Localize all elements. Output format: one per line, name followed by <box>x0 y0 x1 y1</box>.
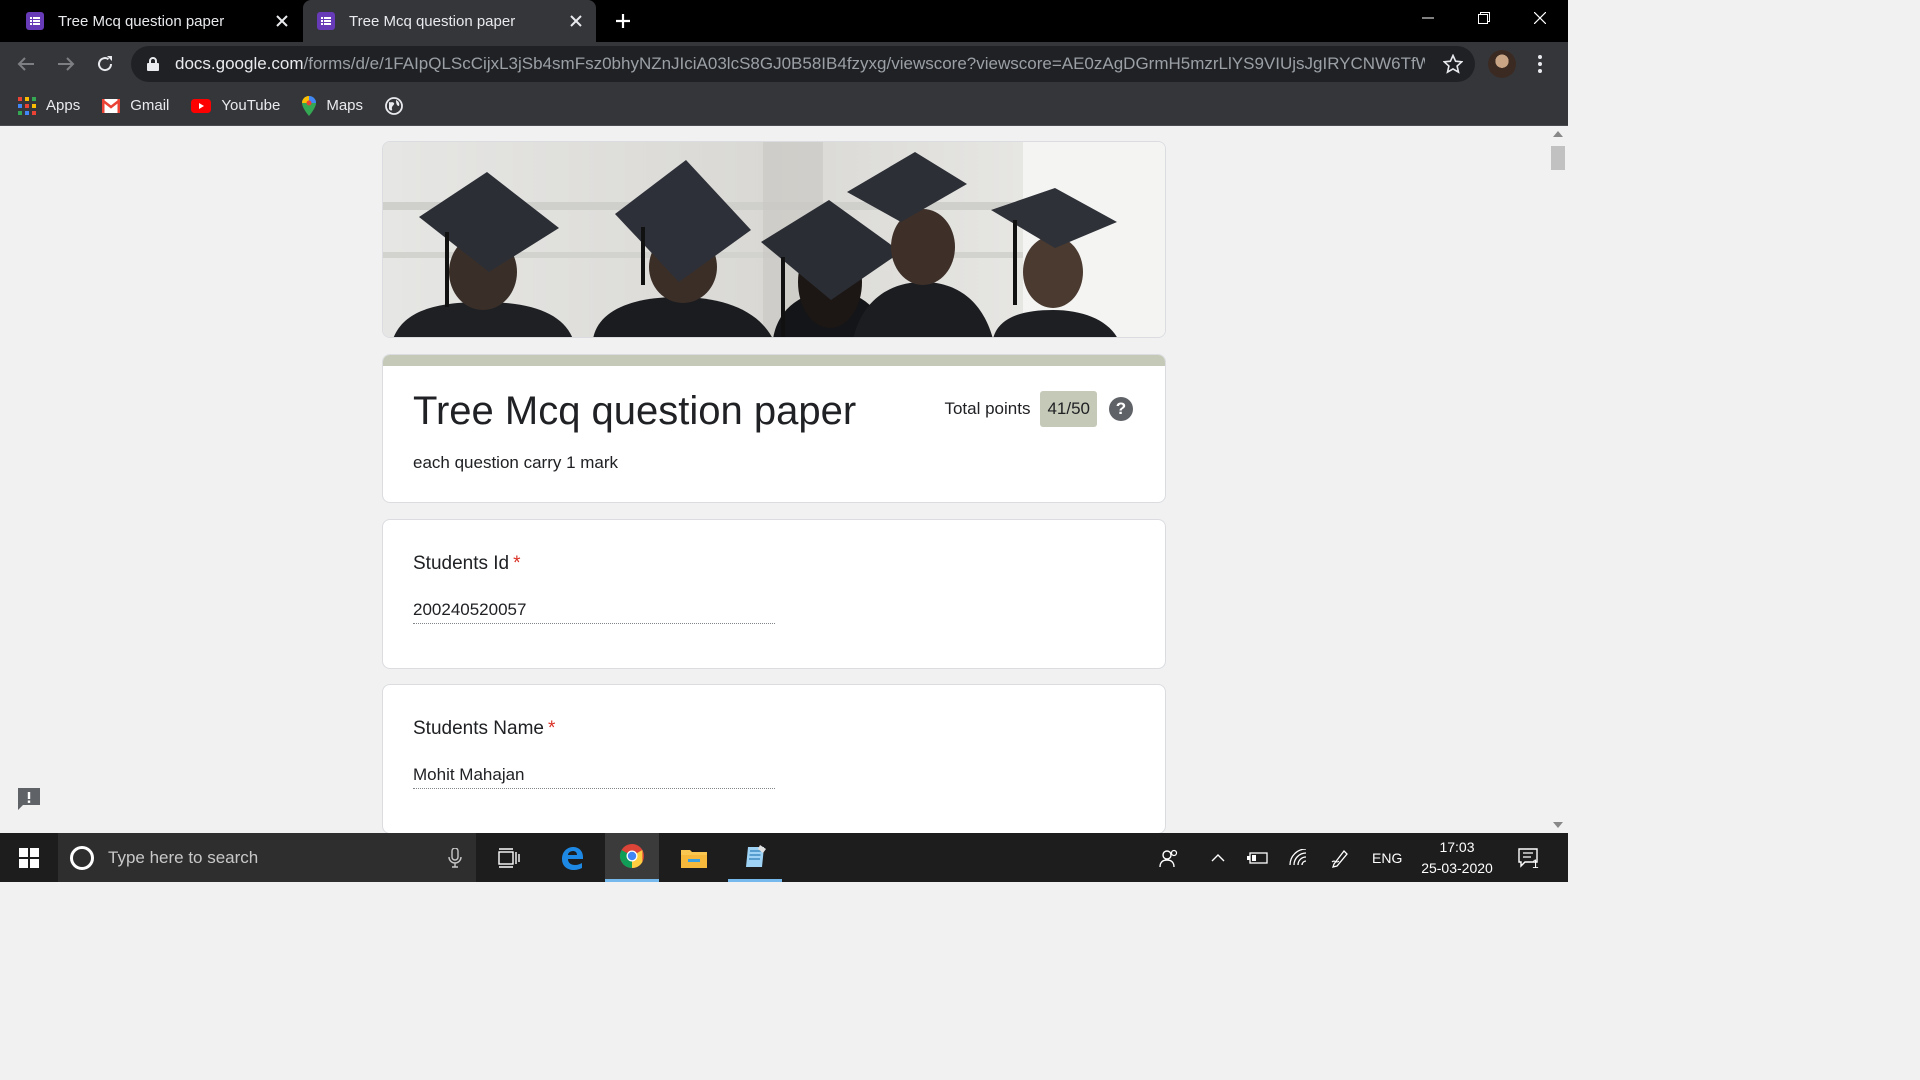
forms-favicon-icon <box>26 12 44 30</box>
page-scrollbar[interactable] <box>1548 126 1568 833</box>
browser-tab-strip: Tree Mcq question paper Tree Mcq questio… <box>0 0 1568 42</box>
help-icon[interactable]: ? <box>1109 397 1133 421</box>
form-title: Tree Mcq question paper <box>413 389 857 433</box>
total-points-label: Total points <box>944 399 1031 418</box>
edge-browser-icon[interactable] <box>545 833 599 882</box>
system-clock[interactable]: 17:03 25-03-2020 <box>1412 837 1502 879</box>
file-explorer-icon[interactable] <box>667 833 721 882</box>
answer-text: 200240520057 <box>413 600 775 624</box>
bookmark-label: Maps <box>326 97 364 114</box>
question-card-student-id: Students Id * 200240520057 <box>382 519 1166 669</box>
kebab-menu-icon[interactable] <box>1528 52 1552 76</box>
gmail-icon <box>102 98 121 113</box>
action-center-icon[interactable]: 1 <box>1512 833 1546 882</box>
clock-date: 25-03-2020 <box>1421 860 1493 876</box>
browser-toolbar: docs.google.com/forms/d/e/1FAIpQLScCijxL… <box>0 42 1568 86</box>
notification-count: 1 <box>1532 857 1539 871</box>
show-hidden-icons-chevron-icon[interactable] <box>1204 833 1232 882</box>
bookmark-label: Gmail <box>130 97 170 114</box>
bookmark-youtube[interactable]: YouTube <box>191 92 280 120</box>
input-language[interactable]: ENG <box>1372 833 1402 882</box>
question-label: Students Id * <box>413 553 521 574</box>
required-asterisk: * <box>513 553 521 574</box>
clock-time: 17:03 <box>1439 839 1475 855</box>
search-placeholder: Type here to search <box>108 847 259 867</box>
pen-workspace-icon[interactable] <box>1326 833 1354 882</box>
battery-icon[interactable] <box>1244 833 1272 882</box>
window-close-icon[interactable] <box>1512 0 1568 36</box>
profile-avatar[interactable] <box>1488 50 1516 78</box>
maps-pin-icon <box>302 95 317 116</box>
tab-title: Tree Mcq question paper <box>58 12 225 30</box>
people-icon[interactable] <box>1154 833 1184 882</box>
taskbar-search-box[interactable]: Type here to search <box>58 833 476 882</box>
form-title-card: Tree Mcq question paper each question ca… <box>382 354 1166 503</box>
scroll-up-arrow-icon[interactable] <box>1553 131 1563 137</box>
bookmark-gmail[interactable]: Gmail <box>102 92 169 120</box>
forms-favicon-icon <box>317 12 335 30</box>
address-bar[interactable]: docs.google.com/forms/d/e/1FAIpQLScCijxL… <box>131 46 1475 82</box>
microphone-icon[interactable] <box>448 847 462 868</box>
windows-start-icon[interactable] <box>0 833 58 882</box>
bookmarks-bar: Apps Gmail YouTube Maps <box>0 86 1568 126</box>
wifi-icon[interactable] <box>1284 833 1312 882</box>
bookmark-apps[interactable]: Apps <box>18 92 80 120</box>
cortana-icon <box>70 845 94 870</box>
lock-icon <box>147 57 163 71</box>
score-badge: 41/50 <box>1040 391 1097 427</box>
windows-taskbar: Type here to search ENG 17:03 25-03-2020 <box>0 833 1568 882</box>
bookmark-star-icon[interactable] <box>1442 53 1464 79</box>
bookmark-label: YouTube <box>221 97 281 114</box>
restore-icon[interactable] <box>1456 0 1512 36</box>
reload-icon[interactable] <box>89 48 121 80</box>
answer-text: Mohit Mahajan <box>413 765 775 789</box>
scroll-down-arrow-icon[interactable] <box>1553 822 1563 828</box>
form-page: Tree Mcq question paper each question ca… <box>0 126 1548 833</box>
report-feedback-icon[interactable] <box>16 786 42 812</box>
tab-close-icon[interactable] <box>562 7 590 35</box>
notepad-app-icon[interactable] <box>728 833 782 882</box>
bookmark-label: Apps <box>46 97 81 114</box>
tab-title: Tree Mcq question paper <box>349 12 516 30</box>
scrollbar-thumb[interactable] <box>1551 146 1565 170</box>
tab-close-icon[interactable] <box>268 7 296 35</box>
card-accent-bar <box>383 355 1165 366</box>
bookmark-maps[interactable]: Maps <box>302 92 363 120</box>
forward-arrow-icon[interactable] <box>50 48 82 80</box>
task-view-icon[interactable] <box>482 833 536 882</box>
globe-icon <box>385 96 403 115</box>
youtube-icon <box>191 98 212 113</box>
browser-tab[interactable]: Tree Mcq question paper <box>12 0 302 42</box>
chrome-taskbar-icon[interactable] <box>605 833 659 882</box>
required-asterisk: * <box>547 718 556 739</box>
minimize-icon[interactable] <box>1400 0 1456 36</box>
browser-tab-active[interactable]: Tree Mcq question paper <box>303 0 596 42</box>
apps-grid-icon <box>18 96 36 115</box>
bookmark-globe[interactable] <box>385 92 413 120</box>
question-card-student-name: Students Name * Mohit Mahajan <box>382 684 1166 833</box>
back-arrow-icon[interactable] <box>10 48 42 80</box>
form-description: each question carry 1 mark <box>413 453 619 472</box>
total-points: Total points 41/50 ? <box>944 391 1133 427</box>
question-label: Students Name * <box>413 718 556 739</box>
graduation-caps-header-image <box>382 141 1166 338</box>
url-text: docs.google.com/forms/d/e/1FAIpQLScCijxL… <box>175 54 1425 73</box>
new-tab-plus-icon[interactable] <box>608 6 638 36</box>
